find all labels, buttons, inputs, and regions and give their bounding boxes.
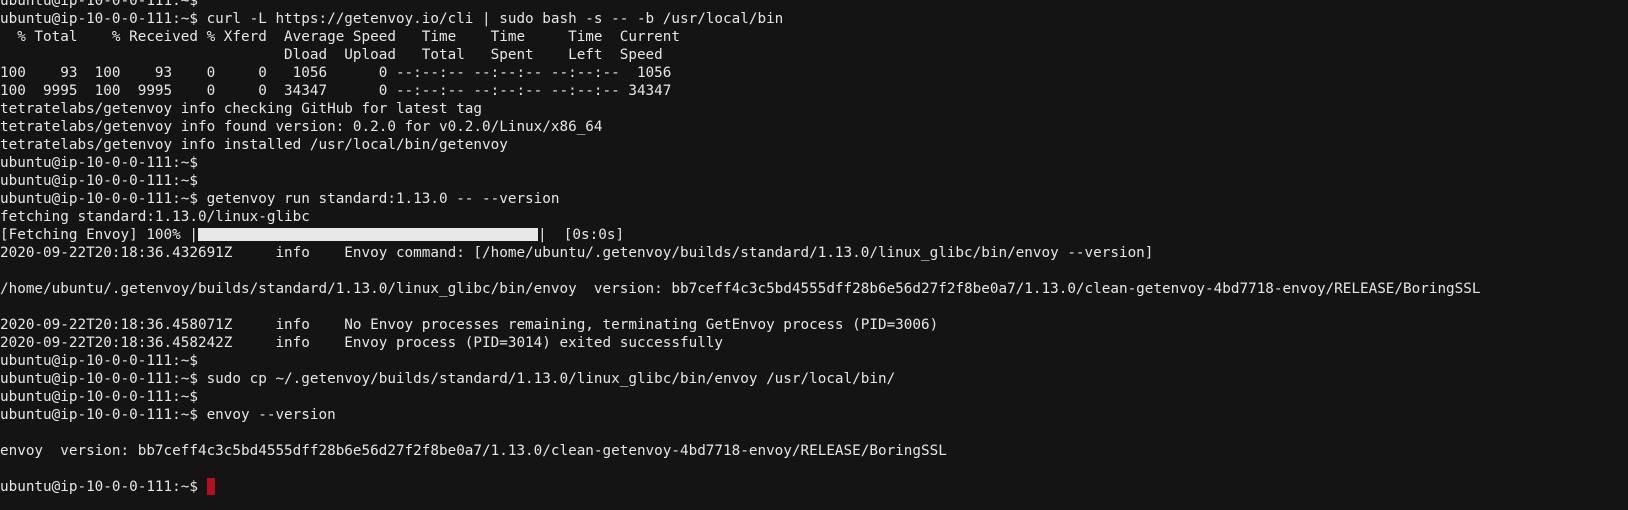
command-prompt-line[interactable]: ubuntu@ip-10-0-0-111:~$	[0, 478, 1628, 496]
terminal-line: ubuntu@ip-10-0-0-111:~$ sudo cp ~/.geten…	[0, 371, 896, 387]
terminal-line: 100 9995 100 9995 0 0 34347 0 --:--:-- -…	[0, 83, 672, 99]
terminal-line: ubuntu@ip-10-0-0-111:~$ getenvoy run sta…	[0, 191, 560, 207]
terminal-line: ubuntu@ip-10-0-0-111:~$	[0, 0, 198, 9]
progress-suffix: | [0s:0s]	[537, 227, 625, 243]
terminal-line: envoy version: bb7ceff4c3c5bd4555dff28b6…	[0, 443, 947, 459]
terminal-line: 100 93 100 93 0 0 1056 0 --:--:-- --:--:…	[0, 65, 672, 81]
terminal-line: /home/ubuntu/.getenvoy/builds/standard/1…	[0, 281, 1481, 297]
progress-bar	[197, 227, 538, 241]
terminal-line: ubuntu@ip-10-0-0-111:~$ envoy --version	[0, 407, 336, 423]
terminal-line: ubuntu@ip-10-0-0-111:~$	[0, 353, 198, 369]
progress-prefix: [Fetching Envoy] 100% |	[0, 227, 198, 243]
progress-line: [Fetching Envoy] 100% | | [0s:0s]	[0, 226, 1628, 244]
text-cursor	[206, 478, 215, 495]
terminal-line: fetching standard:1.13.0/linux-glibc	[0, 209, 310, 225]
progress-fill	[197, 227, 538, 241]
terminal-line: ubuntu@ip-10-0-0-111:~$	[0, 173, 198, 189]
terminal-line: tetratelabs/getenvoy info installed /usr…	[0, 137, 508, 153]
terminal-line: % Total % Received % Xferd Average Speed…	[0, 29, 680, 45]
terminal-line: ubuntu@ip-10-0-0-111:~$	[0, 389, 198, 405]
terminal-window[interactable]: ubuntu@ip-10-0-0-111:~$ ubuntu@ip-10-0-0…	[0, 0, 1628, 510]
terminal-line: 2020-09-22T20:18:36.458242Z info Envoy p…	[0, 335, 724, 351]
terminal-line: ubuntu@ip-10-0-0-111:~$	[0, 155, 198, 171]
terminal-line: tetratelabs/getenvoy info checking GitHu…	[0, 101, 483, 117]
shell-prompt: ubuntu@ip-10-0-0-111:~$	[0, 479, 207, 495]
terminal-line: ubuntu@ip-10-0-0-111:~$ curl -L https://…	[0, 11, 784, 27]
terminal-line: tetratelabs/getenvoy info found version:…	[0, 119, 603, 135]
terminal-line: Dload Upload Total Spent Left Speed	[0, 47, 663, 63]
terminal-line: 2020-09-22T20:18:36.458071Z info No Envo…	[0, 317, 939, 333]
terminal-line: 2020-09-22T20:18:36.432691Z info Envoy c…	[0, 245, 1154, 261]
